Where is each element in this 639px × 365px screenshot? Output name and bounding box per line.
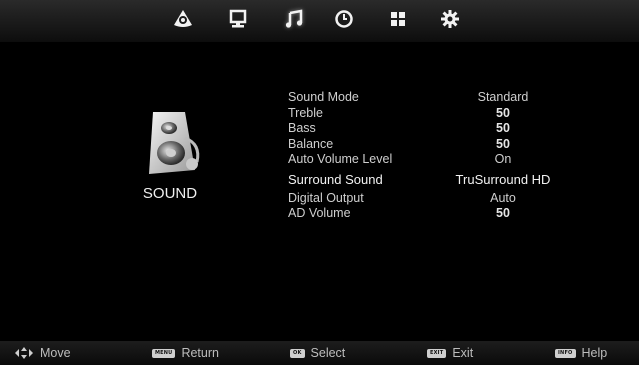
monitor-icon[interactable] — [227, 8, 249, 30]
exit-label: Exit — [452, 346, 474, 360]
setting-label: Treble — [288, 105, 323, 120]
select-hint: OK Select — [290, 341, 345, 365]
sound-settings-menu: Sound Mode Standard Treble 50 Bass 50 Ba… — [288, 90, 618, 222]
setting-value: 50 — [496, 121, 510, 135]
setting-label: Balance — [288, 136, 334, 151]
setting-label: Digital Output — [288, 190, 364, 205]
ok-key-icon: OK — [290, 348, 305, 358]
setting-label: AD Volume — [288, 206, 351, 220]
music-note-icon[interactable] — [283, 8, 305, 30]
clock-icon[interactable] — [333, 8, 355, 30]
nav-arrows-icon — [15, 347, 33, 359]
gear-icon[interactable] — [439, 8, 461, 30]
setting-row-treble[interactable]: Treble 50 — [288, 106, 618, 122]
setting-label: Surround Sound — [288, 171, 383, 187]
grid-icon[interactable] — [387, 8, 409, 30]
setting-row-digital-output[interactable]: Digital Output Auto — [288, 191, 618, 207]
setting-value: Standard — [477, 90, 529, 104]
setting-row-sound-mode[interactable]: Sound Mode Standard — [288, 90, 618, 106]
setting-value: 50 — [496, 136, 510, 151]
setting-value: 50 — [496, 206, 510, 220]
help-label: Help — [581, 346, 608, 360]
menu-tab-bar — [0, 0, 639, 42]
menu-key-icon: MENU — [152, 348, 176, 358]
return-hint: MENU Return — [152, 341, 219, 365]
setting-label: Sound Mode — [288, 90, 359, 104]
key-hint-bar: Move MENU Return OK Select EXIT Exit INF… — [0, 341, 639, 365]
setting-value: On — [494, 152, 512, 166]
select-label: Select — [310, 346, 346, 360]
help-hint: INFO Help — [555, 341, 607, 365]
section-title: SOUND — [142, 185, 198, 202]
exit-hint: EXIT Exit — [427, 341, 473, 365]
speaker-icon — [145, 108, 211, 180]
setting-row-balance[interactable]: Balance 50 — [288, 137, 618, 153]
setting-value: Auto — [490, 190, 516, 205]
setting-row-surround-sound[interactable]: Surround Sound TruSurround HD — [288, 170, 618, 190]
info-key-icon: INFO — [555, 348, 576, 358]
setting-row-auto-volume-level[interactable]: Auto Volume Level On — [288, 152, 618, 168]
move-label: Move — [40, 346, 71, 360]
setting-row-ad-volume[interactable]: AD Volume 50 — [288, 206, 618, 222]
exit-key-icon: EXIT — [427, 348, 447, 358]
return-label: Return — [181, 346, 219, 360]
setting-label: Auto Volume Level — [288, 152, 393, 166]
setting-label: Bass — [288, 121, 316, 135]
picture-icon[interactable] — [172, 8, 194, 30]
move-hint: Move — [14, 341, 71, 365]
setting-value: 50 — [496, 105, 510, 120]
setting-row-bass[interactable]: Bass 50 — [288, 121, 618, 137]
setting-value: TruSurround HD — [455, 171, 551, 187]
